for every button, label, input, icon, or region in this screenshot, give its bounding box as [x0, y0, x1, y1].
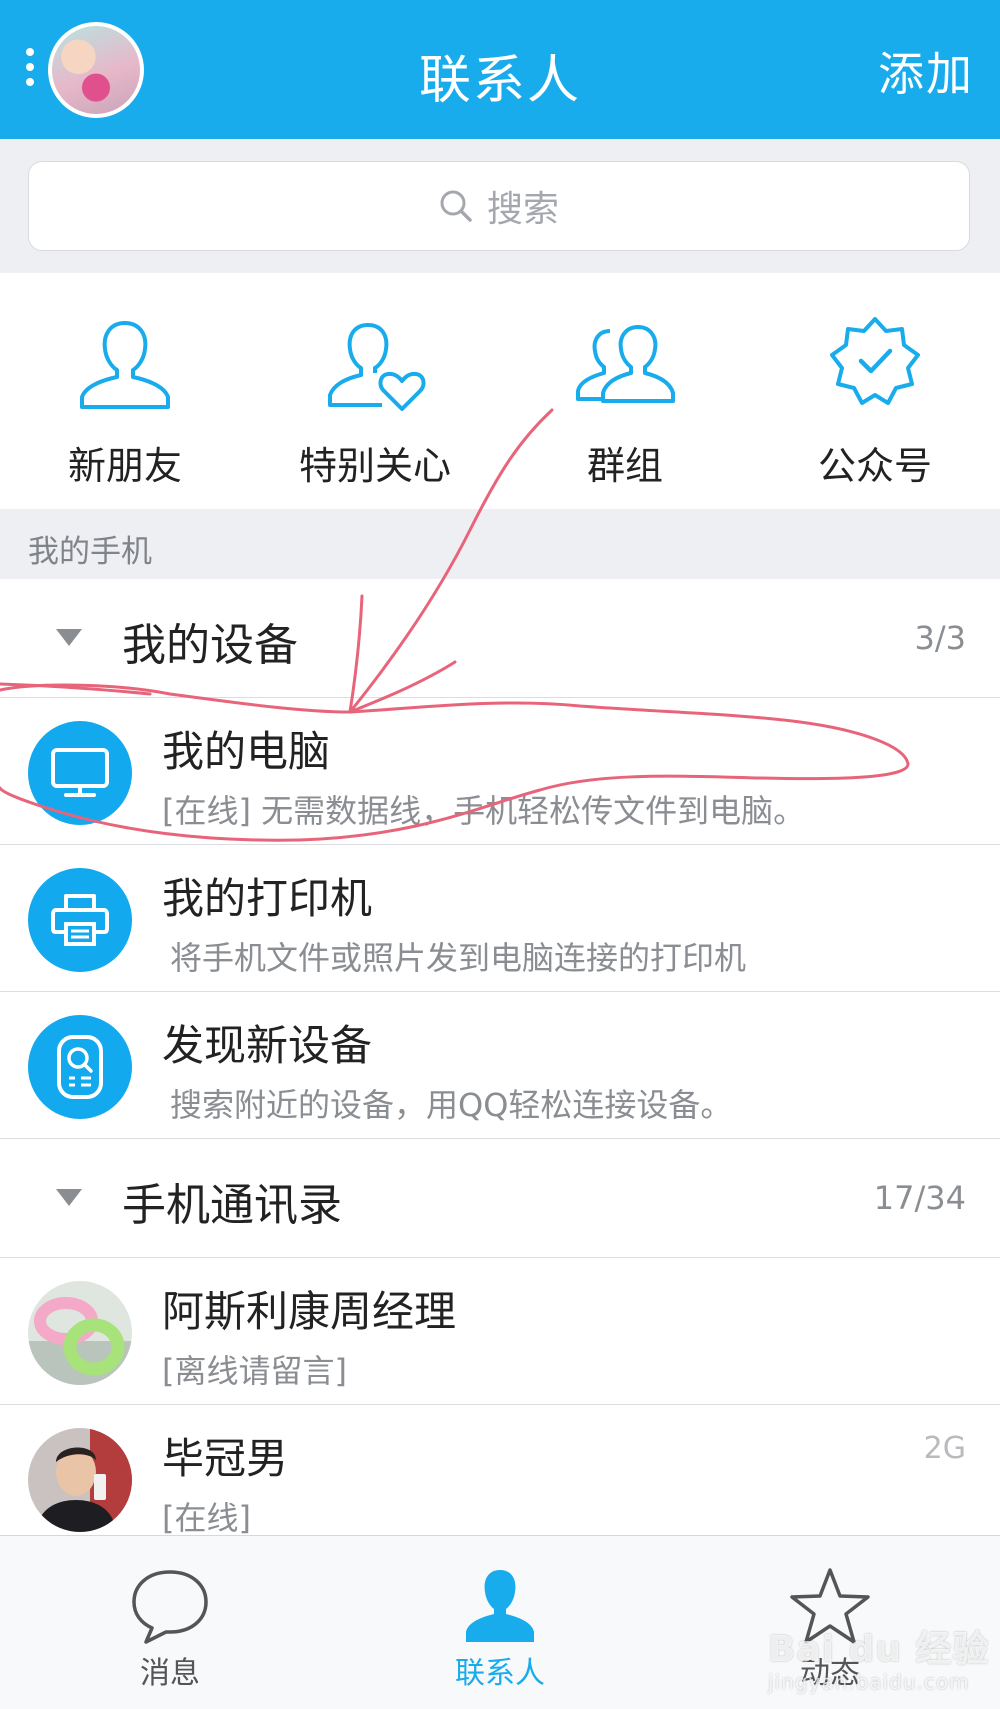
quick-entry-special-care[interactable]: 特别关心	[250, 273, 500, 509]
group-count: 17/34	[873, 1179, 966, 1217]
list-item-contact[interactable]: 阿斯利康周经理 [离线请留言]	[0, 1258, 1000, 1405]
network-badge: 2G	[923, 1431, 966, 1466]
verified-badge-icon	[830, 317, 920, 405]
person-icon	[80, 321, 170, 409]
section-label: 我的手机	[28, 534, 152, 570]
person-heart-icon	[328, 323, 426, 411]
collapse-triangle-icon	[56, 629, 82, 646]
list-item-discover-devices[interactable]: 发现新设备 搜索附近的设备，用QQ轻松连接设备。	[0, 992, 1000, 1139]
tab-messages[interactable]: 消息	[70, 1536, 270, 1709]
item-title: 毕冠男	[162, 1434, 289, 1483]
list-item-my-printer[interactable]: 我的打印机 将手机文件或照片发到电脑连接的打印机	[0, 845, 1000, 992]
watermark-url: jingyan.baidu.com	[768, 1670, 970, 1694]
item-title: 我的打印机	[162, 874, 373, 923]
contact-avatar	[28, 1281, 132, 1385]
group-header-phone-contacts[interactable]: 手机通讯录 17/34	[0, 1139, 1000, 1258]
tab-label: 联系人	[455, 1656, 545, 1691]
quick-entries: 新朋友 特别关心 群组 公众号	[0, 273, 1000, 509]
quick-entry-label: 特别关心	[298, 444, 451, 488]
chat-bubble-icon	[132, 1570, 208, 1644]
item-subtitle: [在线] 无需数据线，手机轻松传文件到电脑。	[162, 792, 806, 830]
search-placeholder: 搜索	[486, 189, 559, 230]
add-button[interactable]: 添加	[878, 38, 974, 104]
search-input[interactable]: 搜索	[28, 161, 970, 251]
collapse-triangle-icon	[56, 1189, 82, 1206]
group-name: 我的设备	[122, 620, 298, 671]
list-item-contact[interactable]: 毕冠男 [在线] 2G	[0, 1405, 1000, 1552]
quick-entry-new-friends[interactable]: 新朋友	[0, 273, 250, 509]
quick-entry-label: 新朋友	[67, 444, 182, 488]
device-scan-icon	[28, 1015, 132, 1119]
item-title: 我的电脑	[162, 727, 331, 776]
list-item-my-computer[interactable]: 我的电脑 [在线] 无需数据线，手机轻松传文件到电脑。	[0, 698, 1000, 845]
group-count: 3/3	[914, 619, 967, 657]
search-icon	[440, 190, 472, 222]
item-subtitle: [在线]	[162, 1499, 251, 1537]
item-title: 发现新设备	[162, 1021, 373, 1070]
search-bar-container: 搜索	[0, 139, 1000, 273]
watermark-brand: Bai du 经验	[768, 1629, 990, 1670]
baidu-watermark: Bai du 经验 jingyan.baidu.com	[768, 1620, 990, 1694]
group-header-devices[interactable]: 我的设备 3/3	[0, 579, 1000, 698]
quick-entry-label: 公众号	[817, 444, 932, 488]
item-subtitle: 搜索附近的设备，用QQ轻松连接设备。	[170, 1086, 733, 1124]
tab-contacts[interactable]: 联系人	[400, 1536, 600, 1709]
quick-entry-label: 群组	[586, 444, 663, 488]
monitor-icon	[28, 721, 132, 825]
quick-entry-groups[interactable]: 群组	[500, 273, 750, 509]
item-subtitle: [离线请留言]	[162, 1352, 347, 1390]
page-title: 联系人	[418, 51, 581, 111]
item-subtitle: 将手机文件或照片发到电脑连接的打印机	[170, 939, 747, 977]
contacts-person-icon	[466, 1570, 534, 1642]
item-title: 阿斯利康周经理	[162, 1287, 457, 1336]
contact-avatar	[28, 1428, 132, 1532]
group-icon	[576, 325, 675, 403]
tab-label: 消息	[140, 1656, 200, 1691]
app-header: 联系人 添加	[0, 0, 1000, 139]
printer-icon	[28, 868, 132, 972]
group-name: 手机通讯录	[122, 1180, 342, 1231]
quick-entry-official-accounts[interactable]: 公众号	[750, 273, 1000, 509]
section-header: 我的手机	[0, 509, 1000, 579]
